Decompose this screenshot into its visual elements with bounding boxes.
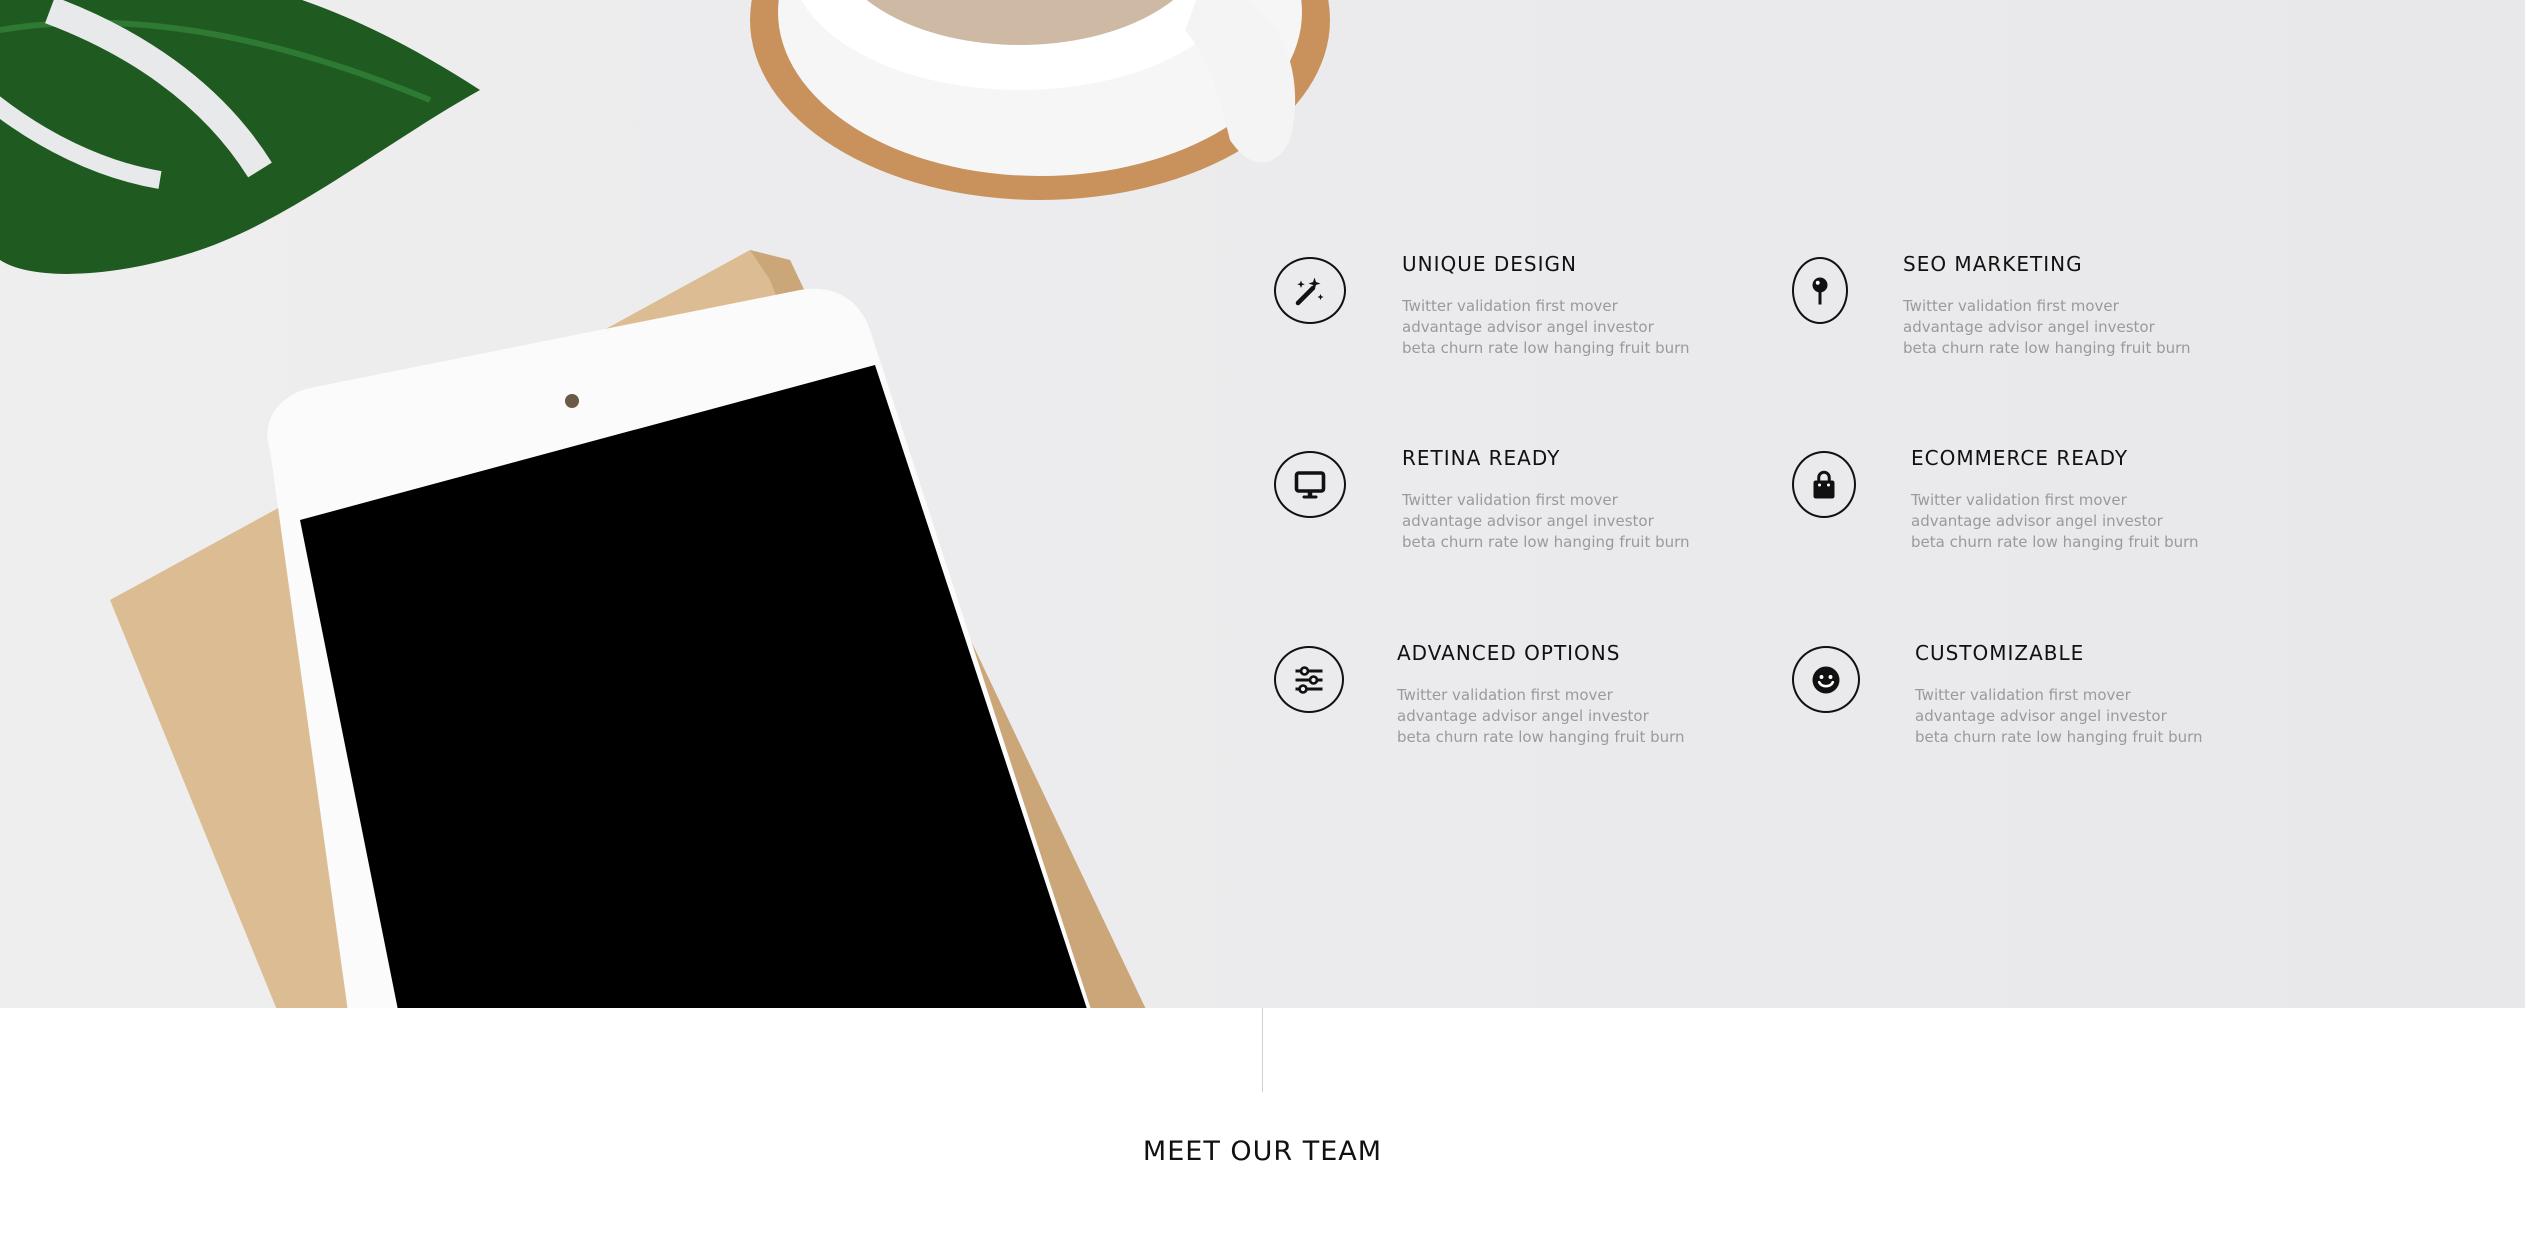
shopping-bag-icon [1792,451,1856,518]
feature-title: ADVANCED OPTIONS [1397,641,1621,665]
hero-section: UNIQUE DESIGN Twitter validation first m… [0,0,2525,1008]
feature-description: Twitter validation first mover advantage… [1915,686,2203,746]
tablet-image [267,288,1091,1008]
feature-title: ECOMMERCE READY [1911,446,2129,470]
feature-description: Twitter validation first mover advantage… [1402,491,1690,551]
feature-description: Twitter validation first mover advantage… [1397,686,1685,746]
sliders-icon [1274,646,1344,713]
map-pin-icon [1792,257,1848,324]
smiley-icon [1792,646,1860,713]
section-divider [1262,1008,1263,1092]
team-section-title: MEET OUR TEAM [1142,1136,1383,1167]
feature-title: UNIQUE DESIGN [1402,252,1577,276]
feature-title: CUSTOMIZABLE [1915,641,2085,665]
feature-title: RETINA READY [1402,446,1561,470]
feature-title: SEO MARKETING [1903,252,2083,276]
feature-description: Twitter validation first mover advantage… [1911,491,2199,551]
monitor-icon [1274,451,1346,518]
coffee-cup-image [750,0,1330,200]
feature-description: Twitter validation first mover advantage… [1903,297,2191,357]
magic-wand-icon [1274,257,1346,324]
feature-description: Twitter validation first mover advantage… [1402,297,1690,357]
